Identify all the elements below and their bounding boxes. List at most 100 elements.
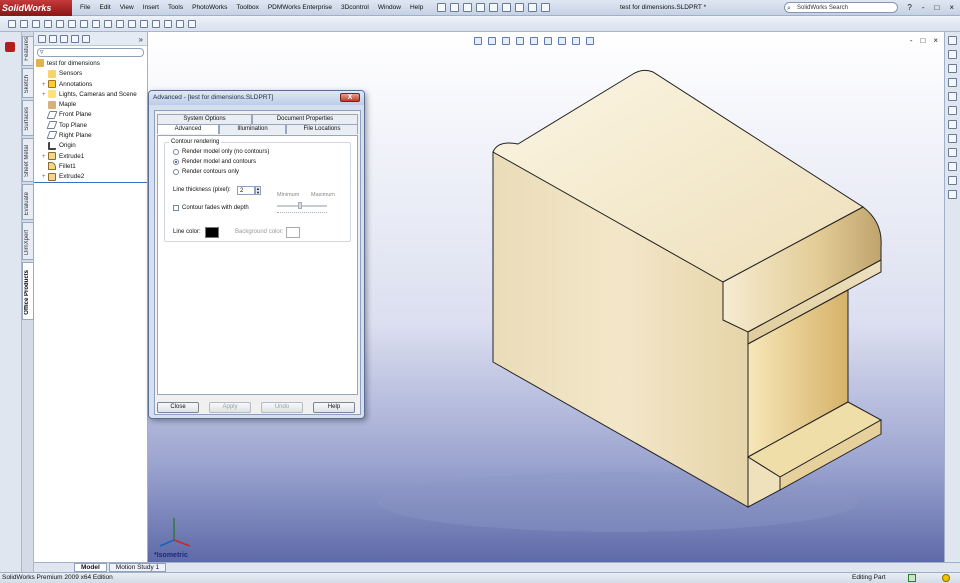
tree-item-fillet1[interactable]: Fillet1	[34, 162, 147, 172]
line-color-swatch[interactable]	[205, 227, 219, 238]
menu-tools[interactable]: Tools	[168, 4, 183, 11]
view-palette-icon[interactable]	[948, 92, 957, 101]
menu-view[interactable]: View	[120, 4, 134, 11]
tab-file-locations[interactable]: File Locations	[286, 124, 358, 134]
menu-edit[interactable]: Edit	[99, 4, 110, 11]
menu-toolbox[interactable]: Toolbox	[236, 4, 258, 11]
dialog-close-button[interactable]: X	[340, 93, 360, 102]
appearances-icon[interactable]	[948, 106, 957, 115]
tab-illumination[interactable]: Illumination	[219, 124, 286, 134]
radio-contours-only[interactable]: Render contours only	[173, 169, 239, 175]
tab-advanced[interactable]: Advanced	[157, 124, 219, 134]
fillet-icon[interactable]	[80, 19, 88, 28]
undo-button[interactable]: Undo	[261, 402, 303, 413]
tab-features[interactable]: Features	[22, 36, 34, 66]
rapid-sketch-icon[interactable]	[188, 19, 196, 28]
rectangle-icon[interactable]	[56, 19, 64, 28]
tree-filter-input[interactable]: ▿	[37, 48, 144, 57]
tab-evaluate[interactable]: Evaluate	[22, 184, 34, 220]
tab-model[interactable]: Model	[74, 563, 107, 572]
tree-root[interactable]: test for dimensions	[34, 59, 147, 69]
tree-item-front-plane[interactable]: Front Plane	[34, 110, 147, 120]
line-icon[interactable]	[20, 19, 28, 28]
apply-button[interactable]: Apply	[209, 402, 251, 413]
select-icon[interactable]	[515, 3, 525, 12]
contour-fades-checkbox[interactable]: Contour fades with depth	[173, 205, 249, 211]
pin-icon[interactable]	[437, 3, 447, 12]
design-library-icon[interactable]	[948, 50, 957, 59]
tab-document-properties[interactable]: Document Properties	[252, 114, 358, 124]
units-icon[interactable]	[908, 574, 916, 582]
dialog-title-bar[interactable]: Advanced - [test for dimensions.SLDPRT] …	[149, 91, 364, 105]
quick-snaps-icon[interactable]	[176, 19, 184, 28]
tree-item-top-plane[interactable]: Top Plane	[34, 121, 147, 131]
property-manager-icon[interactable]	[49, 35, 57, 43]
minimize-button[interactable]: -	[922, 3, 925, 12]
toolbox-icon[interactable]	[948, 134, 957, 143]
line-thickness-stepper[interactable]: ▲ ▼	[255, 186, 261, 195]
offset-icon[interactable]	[128, 19, 136, 28]
tab-dimxpert[interactable]: DimXpert	[22, 222, 34, 260]
help-button[interactable]: ?	[907, 3, 911, 12]
radio-model-only[interactable]: Render model only (no contours)	[173, 149, 269, 155]
tree-item-sensors[interactable]: Sensors	[34, 69, 147, 79]
close-button[interactable]: ×	[949, 3, 954, 12]
resources-icon[interactable]	[948, 36, 957, 45]
radio-model-and-contours[interactable]: Render model and contours	[173, 159, 256, 165]
tree-item-annotations[interactable]: + Annotations	[34, 79, 147, 90]
menu-insert[interactable]: Insert	[143, 4, 159, 11]
tab-system-options[interactable]: System Options	[157, 114, 252, 124]
spline-icon[interactable]	[68, 19, 76, 28]
tab-sketch[interactable]: Sketch	[22, 68, 34, 98]
menu-pdmworks[interactable]: PDMWorks Enterprise	[268, 4, 332, 11]
search-input[interactable]: ⌕ SolidWorks Search	[784, 2, 898, 13]
depth-slider-thumb[interactable]	[298, 202, 302, 209]
background-color-swatch[interactable]	[286, 227, 300, 238]
tree-item-extrude2[interactable]: + Extrude2	[34, 172, 147, 183]
photoworks-icon[interactable]	[948, 148, 957, 157]
help-button[interactable]: Help	[313, 402, 355, 413]
tree-item-right-plane[interactable]: Right Plane	[34, 131, 147, 141]
circle-icon[interactable]	[44, 19, 52, 28]
menu-photoworks[interactable]: PhotoWorks	[192, 4, 227, 11]
tab-office-products[interactable]: Office Products	[22, 262, 34, 320]
mirror-icon[interactable]	[104, 19, 112, 28]
menu-window[interactable]: Window	[378, 4, 401, 11]
menu-help[interactable]: Help	[410, 4, 423, 11]
search-results-icon[interactable]	[948, 78, 957, 87]
maximize-button[interactable]: □	[934, 3, 939, 12]
tab-surfaces[interactable]: Surfaces	[22, 100, 34, 136]
simulation-icon[interactable]	[948, 176, 957, 185]
custom-properties-icon[interactable]	[948, 120, 957, 129]
tree-item-extrude1[interactable]: + Extrude1	[34, 152, 147, 162]
configuration-manager-icon[interactable]	[60, 35, 68, 43]
print-icon[interactable]	[489, 3, 499, 12]
tab-sheet-metal[interactable]: Sheet Metal	[22, 138, 34, 182]
tree-item-lights[interactable]: + Lights, Cameras and Scene	[34, 90, 147, 100]
arc-icon[interactable]	[32, 19, 40, 28]
options-icon[interactable]	[541, 3, 551, 12]
features-icon[interactable]	[5, 42, 15, 52]
undo-icon[interactable]	[502, 3, 512, 12]
convert-icon[interactable]	[140, 19, 148, 28]
tips-icon[interactable]	[948, 190, 957, 199]
tab-motion-study-1[interactable]: Motion Study 1	[108, 563, 167, 572]
tree-item-material[interactable]: Maple	[34, 100, 147, 110]
pattern-icon[interactable]	[116, 19, 124, 28]
new-document-icon[interactable]	[450, 3, 460, 12]
quick-tips-icon[interactable]	[942, 574, 950, 582]
open-folder-icon[interactable]	[463, 3, 473, 12]
trim-icon[interactable]	[92, 19, 100, 28]
rebuild-icon[interactable]	[528, 3, 538, 12]
dialog-close-btn[interactable]: Close	[157, 402, 199, 413]
display-manager-icon[interactable]	[82, 35, 90, 43]
menu-file[interactable]: File	[80, 4, 90, 11]
save-icon[interactable]	[476, 3, 486, 12]
file-explorer-icon[interactable]	[948, 64, 957, 73]
smart-dimension-icon[interactable]	[8, 19, 16, 28]
dimxpert-manager-icon[interactable]	[71, 35, 79, 43]
line-thickness-input[interactable]: 2	[237, 186, 255, 195]
repair-icon[interactable]	[164, 19, 172, 28]
feature-manager-icon[interactable]	[38, 35, 46, 43]
relations-icon[interactable]	[152, 19, 160, 28]
